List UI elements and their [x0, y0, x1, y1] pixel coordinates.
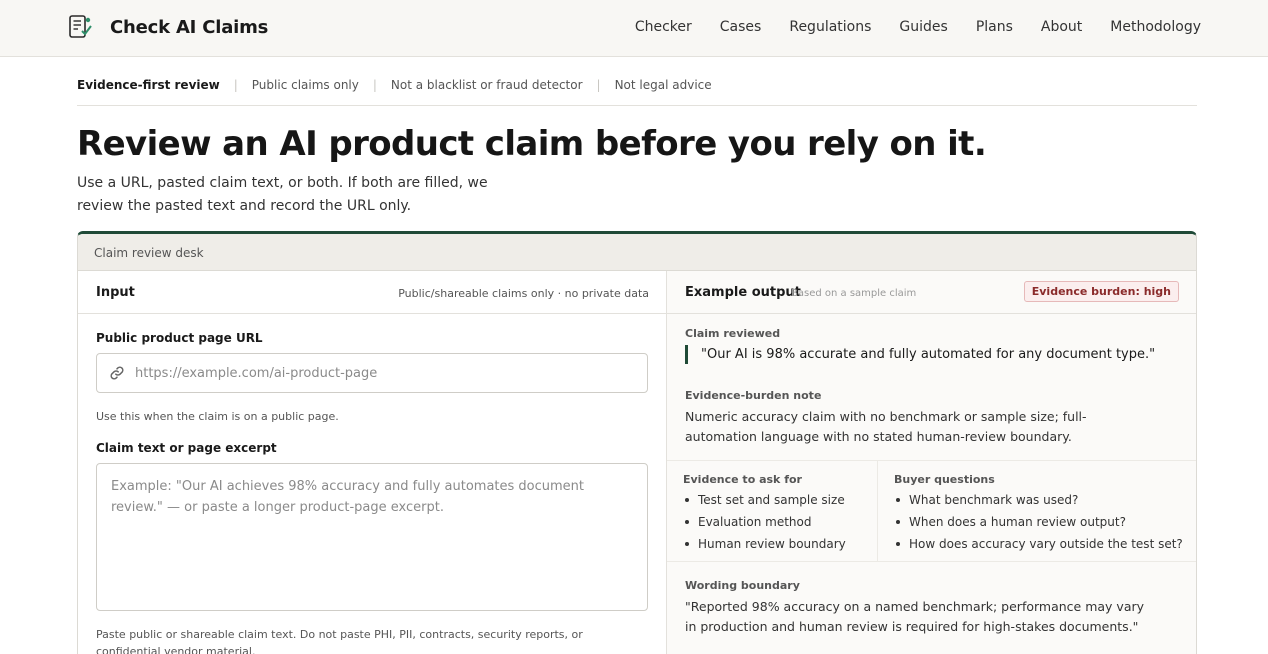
nav-guides[interactable]: Guides	[899, 19, 947, 35]
claim-text-hint: Paste public or shareable claim text. Do…	[96, 628, 583, 654]
nav-checker[interactable]: Checker	[635, 19, 692, 35]
list-item: How does accuracy vary outside the test …	[894, 533, 1183, 555]
evidence-note-label: Evidence-burden note	[685, 389, 822, 402]
nav-methodology[interactable]: Methodology	[1110, 19, 1201, 35]
input-title: Input	[96, 285, 135, 300]
input-panel-header: Input Public/shareable claims only · no …	[78, 271, 666, 314]
nav-plans[interactable]: Plans	[976, 19, 1013, 35]
top-bar: Check AI Claims Checker Cases Regulation…	[0, 0, 1268, 57]
nav-cases[interactable]: Cases	[720, 19, 762, 35]
nav-about[interactable]: About	[1041, 19, 1082, 35]
url-label: Public product page URL	[96, 331, 263, 345]
checklist-logo-icon[interactable]	[67, 14, 93, 40]
evidence-burden-badge: Evidence burden: high	[1023, 281, 1179, 302]
pill-separator: |	[233, 78, 238, 92]
pill-separator: |	[596, 78, 601, 92]
example-output-panel: Example output Based on a sample claim E…	[667, 271, 1196, 654]
pill-not-blacklist: Not a blacklist or fraud detector	[390, 78, 583, 92]
output-panel-header: Example output Based on a sample claim E…	[667, 271, 1196, 314]
pill-evidence-first: Evidence-first review	[77, 78, 220, 92]
url-field[interactable]	[96, 353, 648, 393]
input-panel: Input Public/shareable claims only · no …	[78, 271, 667, 654]
desk-title: Claim review desk	[78, 234, 1196, 271]
evidence-and-questions: Evidence to ask for Test set and sample …	[667, 460, 1196, 562]
output-subtitle: Based on a sample claim	[791, 288, 917, 299]
page-title: Review an AI product claim before you re…	[77, 124, 987, 164]
input-privacy-note: Public/shareable claims only · no privat…	[398, 287, 649, 300]
list-item: Evaluation method	[683, 511, 846, 533]
claim-review-desk: Claim review desk Input Public/shareable…	[77, 231, 1197, 654]
evidence-label: Evidence to ask for	[683, 473, 802, 486]
evidence-column: Evidence to ask for Test set and sample …	[667, 461, 878, 561]
page-lede: Use a URL, pasted claim text, or both. I…	[77, 175, 488, 214]
principles-strip: Evidence-first review | Public claims on…	[77, 78, 1197, 106]
output-title: Example output	[685, 285, 801, 300]
pill-public-claims: Public claims only	[251, 78, 359, 92]
list-item: When does a human review output?	[894, 511, 1183, 533]
evidence-note-text: Numeric accuracy claim with no benchmark…	[685, 409, 1087, 444]
claim-reviewed-label: Claim reviewed	[685, 327, 781, 340]
questions-label: Buyer questions	[894, 473, 995, 486]
wording-boundary-text: "Reported 98% accuracy on a named benchm…	[685, 599, 1145, 634]
claim-text-input[interactable]	[96, 463, 648, 611]
claim-reviewed-quote: "Our AI is 98% accurate and fully automa…	[685, 345, 1155, 364]
claim-text-label: Claim text or page excerpt	[96, 441, 277, 455]
nav-regulations[interactable]: Regulations	[789, 19, 871, 35]
questions-list: What benchmark was used? When does a hum…	[894, 489, 1183, 555]
list-item: What benchmark was used?	[894, 489, 1183, 511]
pill-not-legal-advice: Not legal advice	[614, 78, 712, 92]
wording-boundary-label: Wording boundary	[685, 579, 800, 592]
brand-name[interactable]: Check AI Claims	[110, 17, 268, 38]
main-nav: Checker Cases Regulations Guides Plans A…	[635, 19, 1201, 35]
list-item: Test set and sample size	[683, 489, 846, 511]
link-icon	[110, 366, 124, 380]
url-hint: Use this when the claim is on a public p…	[96, 410, 339, 423]
pill-separator: |	[372, 78, 377, 92]
questions-column: Buyer questions What benchmark was used?…	[878, 461, 1196, 561]
evidence-list: Test set and sample size Evaluation meth…	[683, 489, 846, 555]
list-item: Human review boundary	[683, 533, 846, 555]
url-input[interactable]	[135, 354, 635, 392]
